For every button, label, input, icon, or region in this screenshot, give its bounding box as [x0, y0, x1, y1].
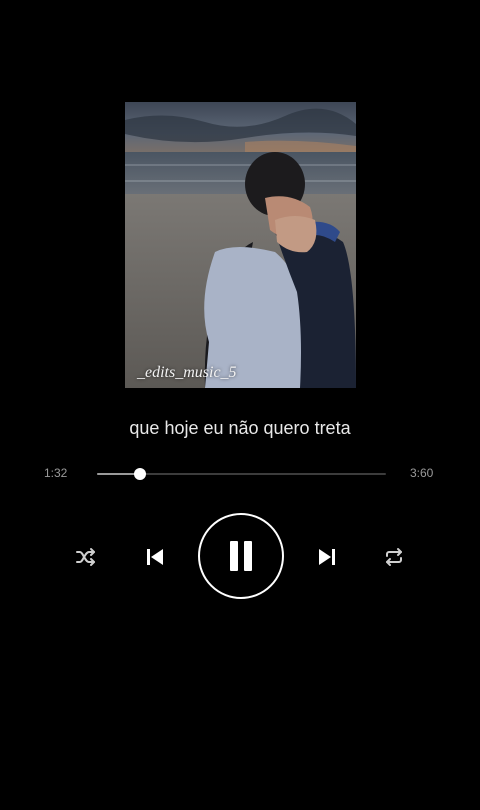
shuffle-button[interactable] [72, 543, 100, 571]
next-button[interactable] [312, 542, 342, 572]
total-time: 3:60 [410, 466, 434, 480]
elapsed-time: 1:32 [44, 466, 68, 480]
progress-thumb[interactable] [134, 468, 147, 480]
skip-next-icon [319, 549, 335, 565]
album-cover: _edits_music_5 [125, 102, 356, 388]
repeat-button[interactable] [380, 543, 408, 571]
pause-button[interactable] [198, 513, 284, 599]
cover-watermark: _edits_music_5 [137, 364, 237, 381]
progress-slider[interactable] [97, 468, 386, 480]
repeat-icon [386, 548, 402, 566]
cover-photo [125, 102, 356, 388]
skip-previous-icon [147, 549, 163, 565]
pause-icon [230, 541, 252, 571]
previous-button[interactable] [140, 542, 170, 572]
lyric-line: que hoje eu não quero treta [129, 418, 351, 438]
shuffle-icon [76, 548, 95, 566]
